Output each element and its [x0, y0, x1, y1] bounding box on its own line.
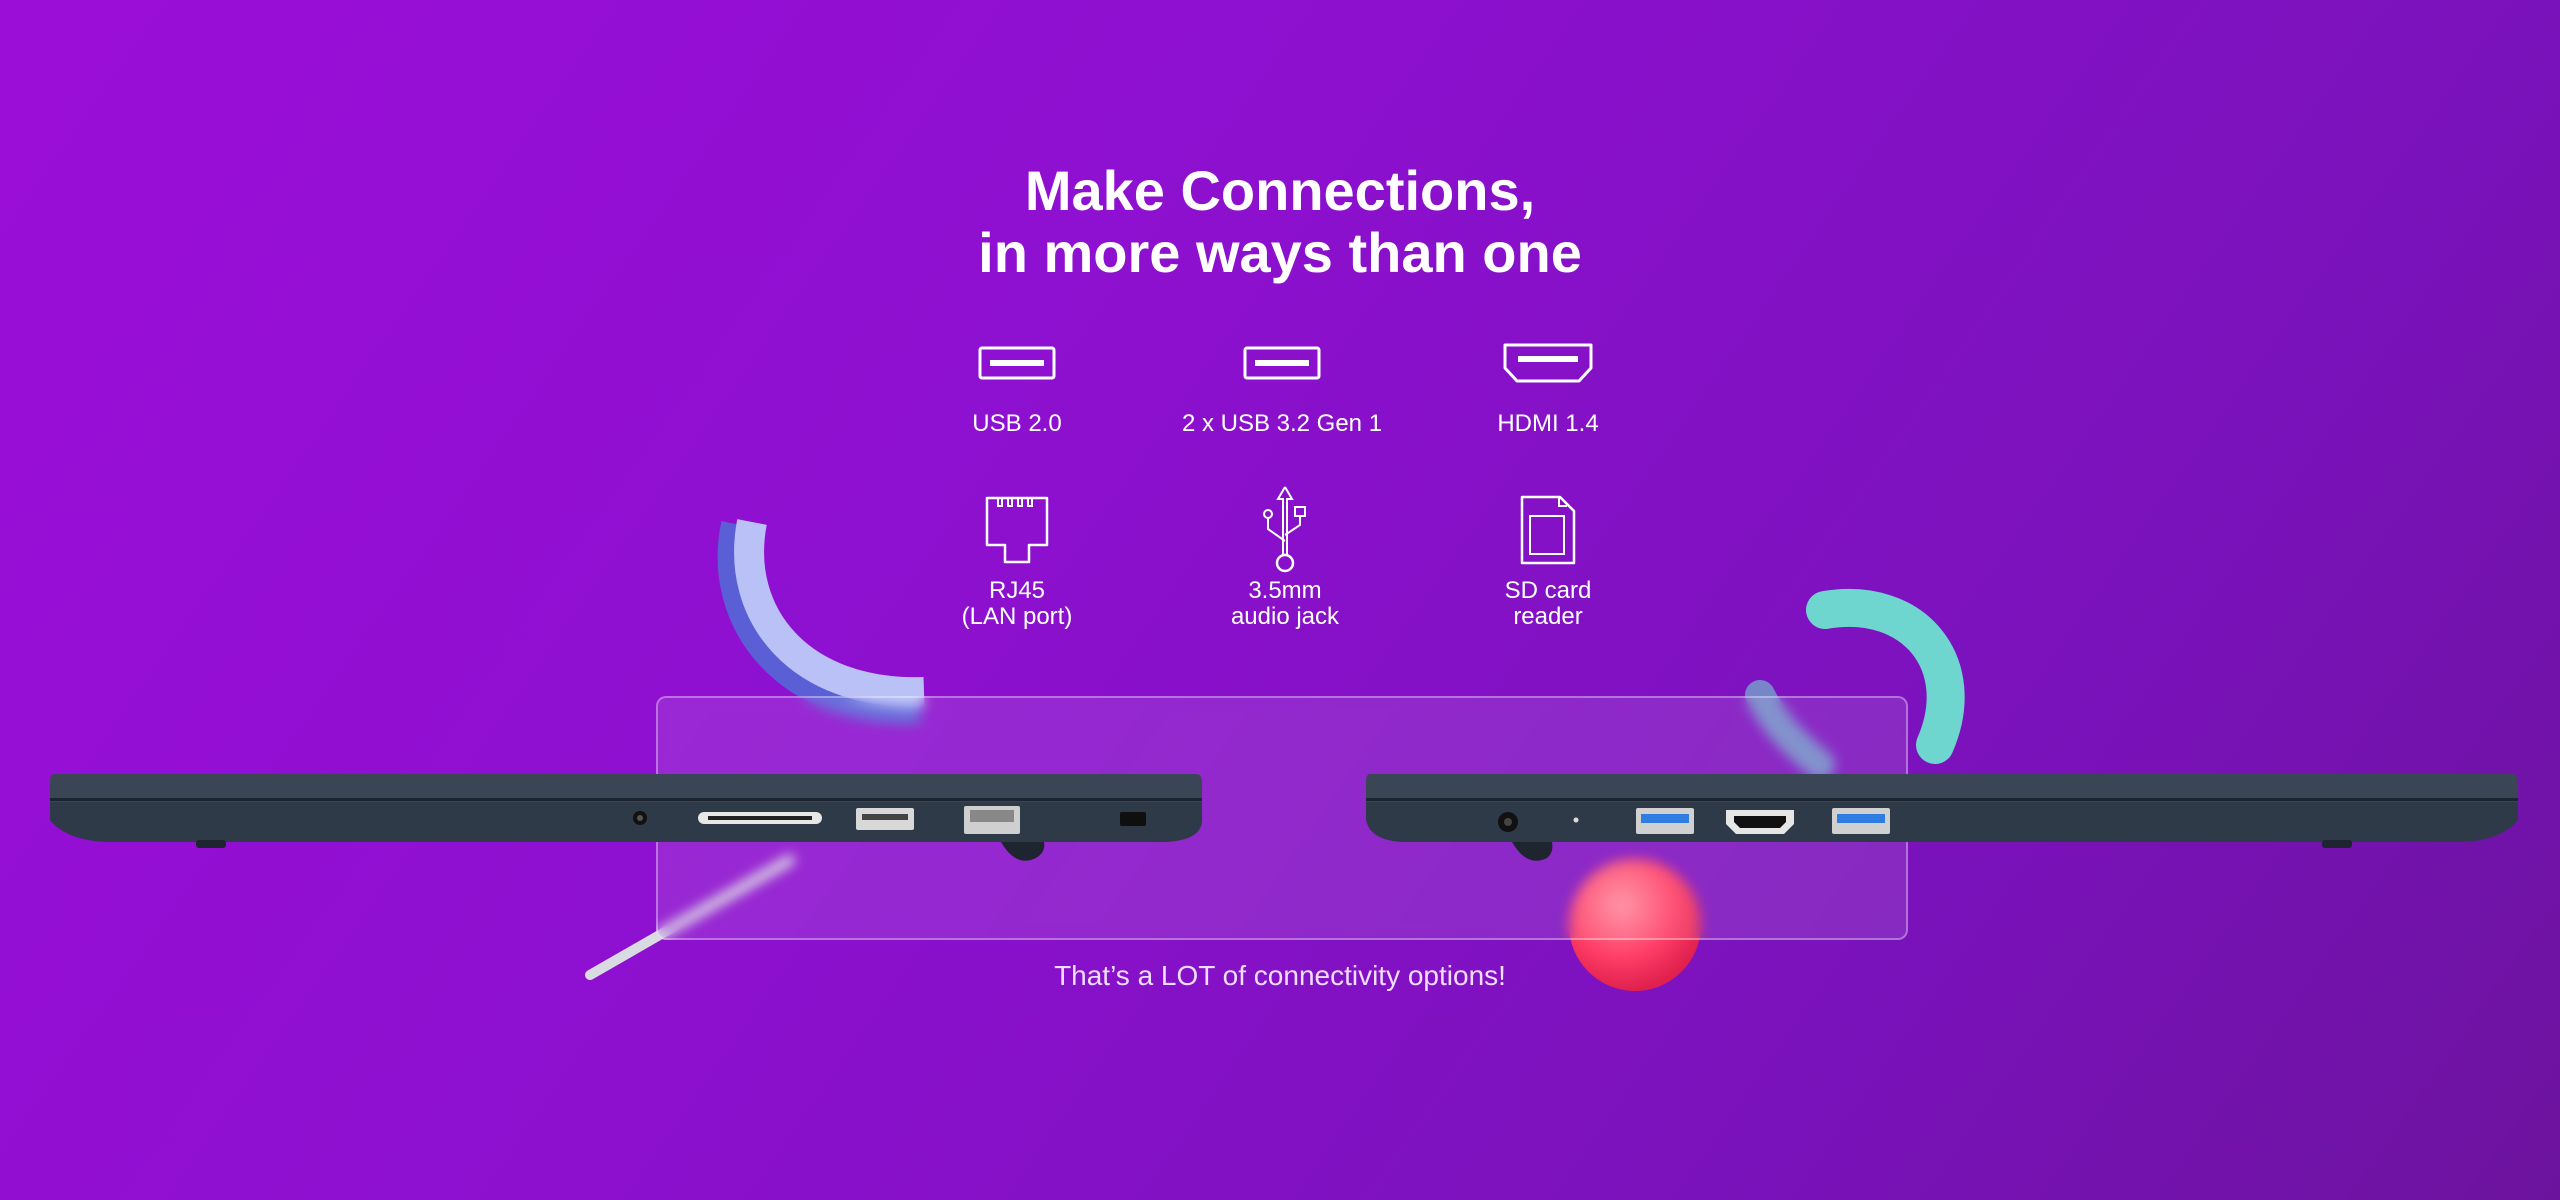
laptop-left-side-view — [50, 774, 1202, 861]
feature-label: RJ45 (LAN port) — [961, 577, 1073, 630]
rj45-icon — [985, 496, 1049, 564]
feature-label: HDMI 1.4 — [1497, 410, 1599, 437]
feature-sd-card: SD card reader — [1398, 490, 1698, 630]
feature-hdmi: HDMI 1.4 — [1398, 323, 1698, 437]
laptop-right-side-view — [1366, 774, 2518, 861]
feature-label: 3.5mm audio jack — [1230, 577, 1340, 630]
headline-line-2: in more ways than one — [978, 221, 1582, 284]
feature-audio-jack: 3.5mm audio jack — [1135, 486, 1435, 630]
feature-rj45: RJ45 (LAN port) — [867, 490, 1167, 630]
sd-card-icon — [1520, 495, 1576, 565]
usb-icon — [978, 346, 1056, 380]
tagline: That’s a LOT of connectivity options! — [1054, 960, 1506, 991]
page-title: Make Connections, in more ways than one — [0, 160, 2560, 284]
feature-label: 2 x USB 3.2 Gen 1 — [1181, 410, 1383, 437]
usb-symbol-icon — [1263, 486, 1306, 573]
feature-label: USB 2.0 — [972, 410, 1062, 437]
headline-line-1: Make Connections, — [1024, 159, 1536, 222]
hdmi-icon — [1503, 343, 1593, 383]
feature-label: SD card reader — [1504, 577, 1592, 630]
feature-usb3: 2 x USB 3.2 Gen 1 — [1132, 323, 1432, 437]
usb-icon — [1243, 346, 1321, 380]
feature-usb2: USB 2.0 — [867, 323, 1167, 437]
